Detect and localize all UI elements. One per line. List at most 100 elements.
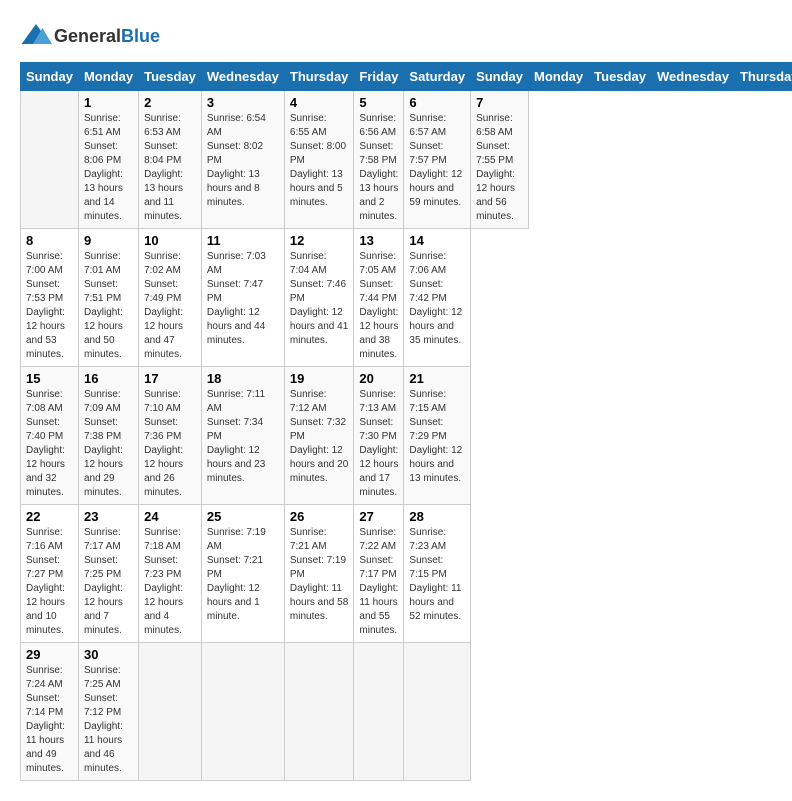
day-detail: Sunrise: 6:56 AM Sunset: 7:58 PM Dayligh… <box>359 112 398 224</box>
day-cell-23: 23 Sunrise: 7:17 AM Sunset: 7:25 PM Dayl… <box>78 505 138 643</box>
day-cell-5: 5 Sunrise: 6:56 AM Sunset: 7:58 PM Dayli… <box>354 91 404 229</box>
day-cell-16: 16 Sunrise: 7:09 AM Sunset: 7:38 PM Dayl… <box>78 367 138 505</box>
day-cell-22: 22 Sunrise: 7:16 AM Sunset: 7:27 PM Dayl… <box>21 505 79 643</box>
day-number: 10 <box>144 233 196 248</box>
day-detail: Sunrise: 7:25 AM Sunset: 7:12 PM Dayligh… <box>84 664 133 776</box>
logo-text: GeneralBlue <box>54 26 160 47</box>
day-number: 15 <box>26 371 73 386</box>
day-cell-28: 28 Sunrise: 7:23 AM Sunset: 7:15 PM Dayl… <box>404 505 471 643</box>
day-number: 19 <box>290 371 349 386</box>
header-wednesday: Wednesday <box>201 63 284 91</box>
day-cell-1: 1 Sunrise: 6:51 AM Sunset: 8:06 PM Dayli… <box>78 91 138 229</box>
day-cell-8: 8 Sunrise: 7:00 AM Sunset: 7:53 PM Dayli… <box>21 229 79 367</box>
day-cell-13: 13 Sunrise: 7:05 AM Sunset: 7:44 PM Dayl… <box>354 229 404 367</box>
day-detail: Sunrise: 6:51 AM Sunset: 8:06 PM Dayligh… <box>84 112 133 224</box>
logo-icon <box>20 20 52 52</box>
day-detail: Sunrise: 7:01 AM Sunset: 7:51 PM Dayligh… <box>84 250 133 362</box>
day-number: 13 <box>359 233 398 248</box>
day-number: 2 <box>144 95 196 110</box>
day-number: 16 <box>84 371 133 386</box>
day-detail: Sunrise: 7:23 AM Sunset: 7:15 PM Dayligh… <box>409 526 465 624</box>
empty-cell <box>201 643 284 781</box>
day-number: 22 <box>26 509 73 524</box>
day-detail: Sunrise: 7:15 AM Sunset: 7:29 PM Dayligh… <box>409 388 465 486</box>
day-cell-15: 15 Sunrise: 7:08 AM Sunset: 7:40 PM Dayl… <box>21 367 79 505</box>
week-row-3: 15 Sunrise: 7:08 AM Sunset: 7:40 PM Dayl… <box>21 367 792 505</box>
day-cell-2: 2 Sunrise: 6:53 AM Sunset: 8:04 PM Dayli… <box>139 91 202 229</box>
day-detail: Sunrise: 6:53 AM Sunset: 8:04 PM Dayligh… <box>144 112 196 224</box>
day-detail: Sunrise: 7:11 AM Sunset: 7:34 PM Dayligh… <box>207 388 279 486</box>
day-detail: Sunrise: 7:02 AM Sunset: 7:49 PM Dayligh… <box>144 250 196 362</box>
day-detail: Sunrise: 7:00 AM Sunset: 7:53 PM Dayligh… <box>26 250 73 362</box>
day-number: 1 <box>84 95 133 110</box>
header-friday: Friday <box>354 63 404 91</box>
empty-cell <box>284 643 354 781</box>
day-detail: Sunrise: 7:04 AM Sunset: 7:46 PM Dayligh… <box>290 250 349 348</box>
empty-cell <box>354 643 404 781</box>
day-cell-26: 26 Sunrise: 7:21 AM Sunset: 7:19 PM Dayl… <box>284 505 354 643</box>
day-number: 21 <box>409 371 465 386</box>
day-number: 8 <box>26 233 73 248</box>
day-cell-18: 18 Sunrise: 7:11 AM Sunset: 7:34 PM Dayl… <box>201 367 284 505</box>
day-number: 14 <box>409 233 465 248</box>
day-cell-19: 19 Sunrise: 7:12 AM Sunset: 7:32 PM Dayl… <box>284 367 354 505</box>
day-number: 23 <box>84 509 133 524</box>
week-row-1: 1 Sunrise: 6:51 AM Sunset: 8:06 PM Dayli… <box>21 91 792 229</box>
header-sunday: Sunday <box>21 63 79 91</box>
day-number: 5 <box>359 95 398 110</box>
day-number: 7 <box>476 95 523 110</box>
day-detail: Sunrise: 7:16 AM Sunset: 7:27 PM Dayligh… <box>26 526 73 638</box>
day-number: 6 <box>409 95 465 110</box>
day-detail: Sunrise: 7:17 AM Sunset: 7:25 PM Dayligh… <box>84 526 133 638</box>
day-number: 9 <box>84 233 133 248</box>
empty-cell <box>21 91 79 229</box>
day-cell-4: 4 Sunrise: 6:55 AM Sunset: 8:00 PM Dayli… <box>284 91 354 229</box>
day-cell-21: 21 Sunrise: 7:15 AM Sunset: 7:29 PM Dayl… <box>404 367 471 505</box>
day-cell-3: 3 Sunrise: 6:54 AM Sunset: 8:02 PM Dayli… <box>201 91 284 229</box>
day-cell-9: 9 Sunrise: 7:01 AM Sunset: 7:51 PM Dayli… <box>78 229 138 367</box>
day-detail: Sunrise: 6:54 AM Sunset: 8:02 PM Dayligh… <box>207 112 279 210</box>
day-detail: Sunrise: 6:58 AM Sunset: 7:55 PM Dayligh… <box>476 112 523 224</box>
day-detail: Sunrise: 7:08 AM Sunset: 7:40 PM Dayligh… <box>26 388 73 500</box>
header-monday: Monday <box>78 63 138 91</box>
day-cell-6: 6 Sunrise: 6:57 AM Sunset: 7:57 PM Dayli… <box>404 91 471 229</box>
day-cell-11: 11 Sunrise: 7:03 AM Sunset: 7:47 PM Dayl… <box>201 229 284 367</box>
day-number: 30 <box>84 647 133 662</box>
col-header-monday: Monday <box>529 63 589 91</box>
col-header-sunday: Sunday <box>471 63 529 91</box>
day-detail: Sunrise: 7:06 AM Sunset: 7:42 PM Dayligh… <box>409 250 465 348</box>
day-detail: Sunrise: 7:05 AM Sunset: 7:44 PM Dayligh… <box>359 250 398 362</box>
col-header-tuesday: Tuesday <box>589 63 652 91</box>
day-cell-30: 30 Sunrise: 7:25 AM Sunset: 7:12 PM Dayl… <box>78 643 138 781</box>
day-number: 17 <box>144 371 196 386</box>
week-row-5: 29 Sunrise: 7:24 AM Sunset: 7:14 PM Dayl… <box>21 643 792 781</box>
day-detail: Sunrise: 7:24 AM Sunset: 7:14 PM Dayligh… <box>26 664 73 776</box>
day-detail: Sunrise: 7:12 AM Sunset: 7:32 PM Dayligh… <box>290 388 349 486</box>
header-saturday: Saturday <box>404 63 471 91</box>
day-number: 24 <box>144 509 196 524</box>
empty-cell <box>139 643 202 781</box>
day-cell-7: 7 Sunrise: 6:58 AM Sunset: 7:55 PM Dayli… <box>471 91 529 229</box>
day-cell-10: 10 Sunrise: 7:02 AM Sunset: 7:49 PM Dayl… <box>139 229 202 367</box>
day-number: 25 <box>207 509 279 524</box>
day-detail: Sunrise: 7:22 AM Sunset: 7:17 PM Dayligh… <box>359 526 398 638</box>
col-header-thursday: Thursday <box>734 63 792 91</box>
day-detail: Sunrise: 7:13 AM Sunset: 7:30 PM Dayligh… <box>359 388 398 500</box>
day-number: 27 <box>359 509 398 524</box>
week-row-2: 8 Sunrise: 7:00 AM Sunset: 7:53 PM Dayli… <box>21 229 792 367</box>
header-thursday: Thursday <box>284 63 354 91</box>
header-tuesday: Tuesday <box>139 63 202 91</box>
day-cell-29: 29 Sunrise: 7:24 AM Sunset: 7:14 PM Dayl… <box>21 643 79 781</box>
day-number: 11 <box>207 233 279 248</box>
day-detail: Sunrise: 7:21 AM Sunset: 7:19 PM Dayligh… <box>290 526 349 624</box>
col-header-wednesday: Wednesday <box>651 63 734 91</box>
day-detail: Sunrise: 7:03 AM Sunset: 7:47 PM Dayligh… <box>207 250 279 348</box>
day-number: 18 <box>207 371 279 386</box>
day-detail: Sunrise: 7:09 AM Sunset: 7:38 PM Dayligh… <box>84 388 133 500</box>
day-cell-20: 20 Sunrise: 7:13 AM Sunset: 7:30 PM Dayl… <box>354 367 404 505</box>
day-number: 4 <box>290 95 349 110</box>
day-detail: Sunrise: 6:55 AM Sunset: 8:00 PM Dayligh… <box>290 112 349 210</box>
day-detail: Sunrise: 7:19 AM Sunset: 7:21 PM Dayligh… <box>207 526 279 624</box>
day-detail: Sunrise: 7:18 AM Sunset: 7:23 PM Dayligh… <box>144 526 196 638</box>
day-cell-25: 25 Sunrise: 7:19 AM Sunset: 7:21 PM Dayl… <box>201 505 284 643</box>
